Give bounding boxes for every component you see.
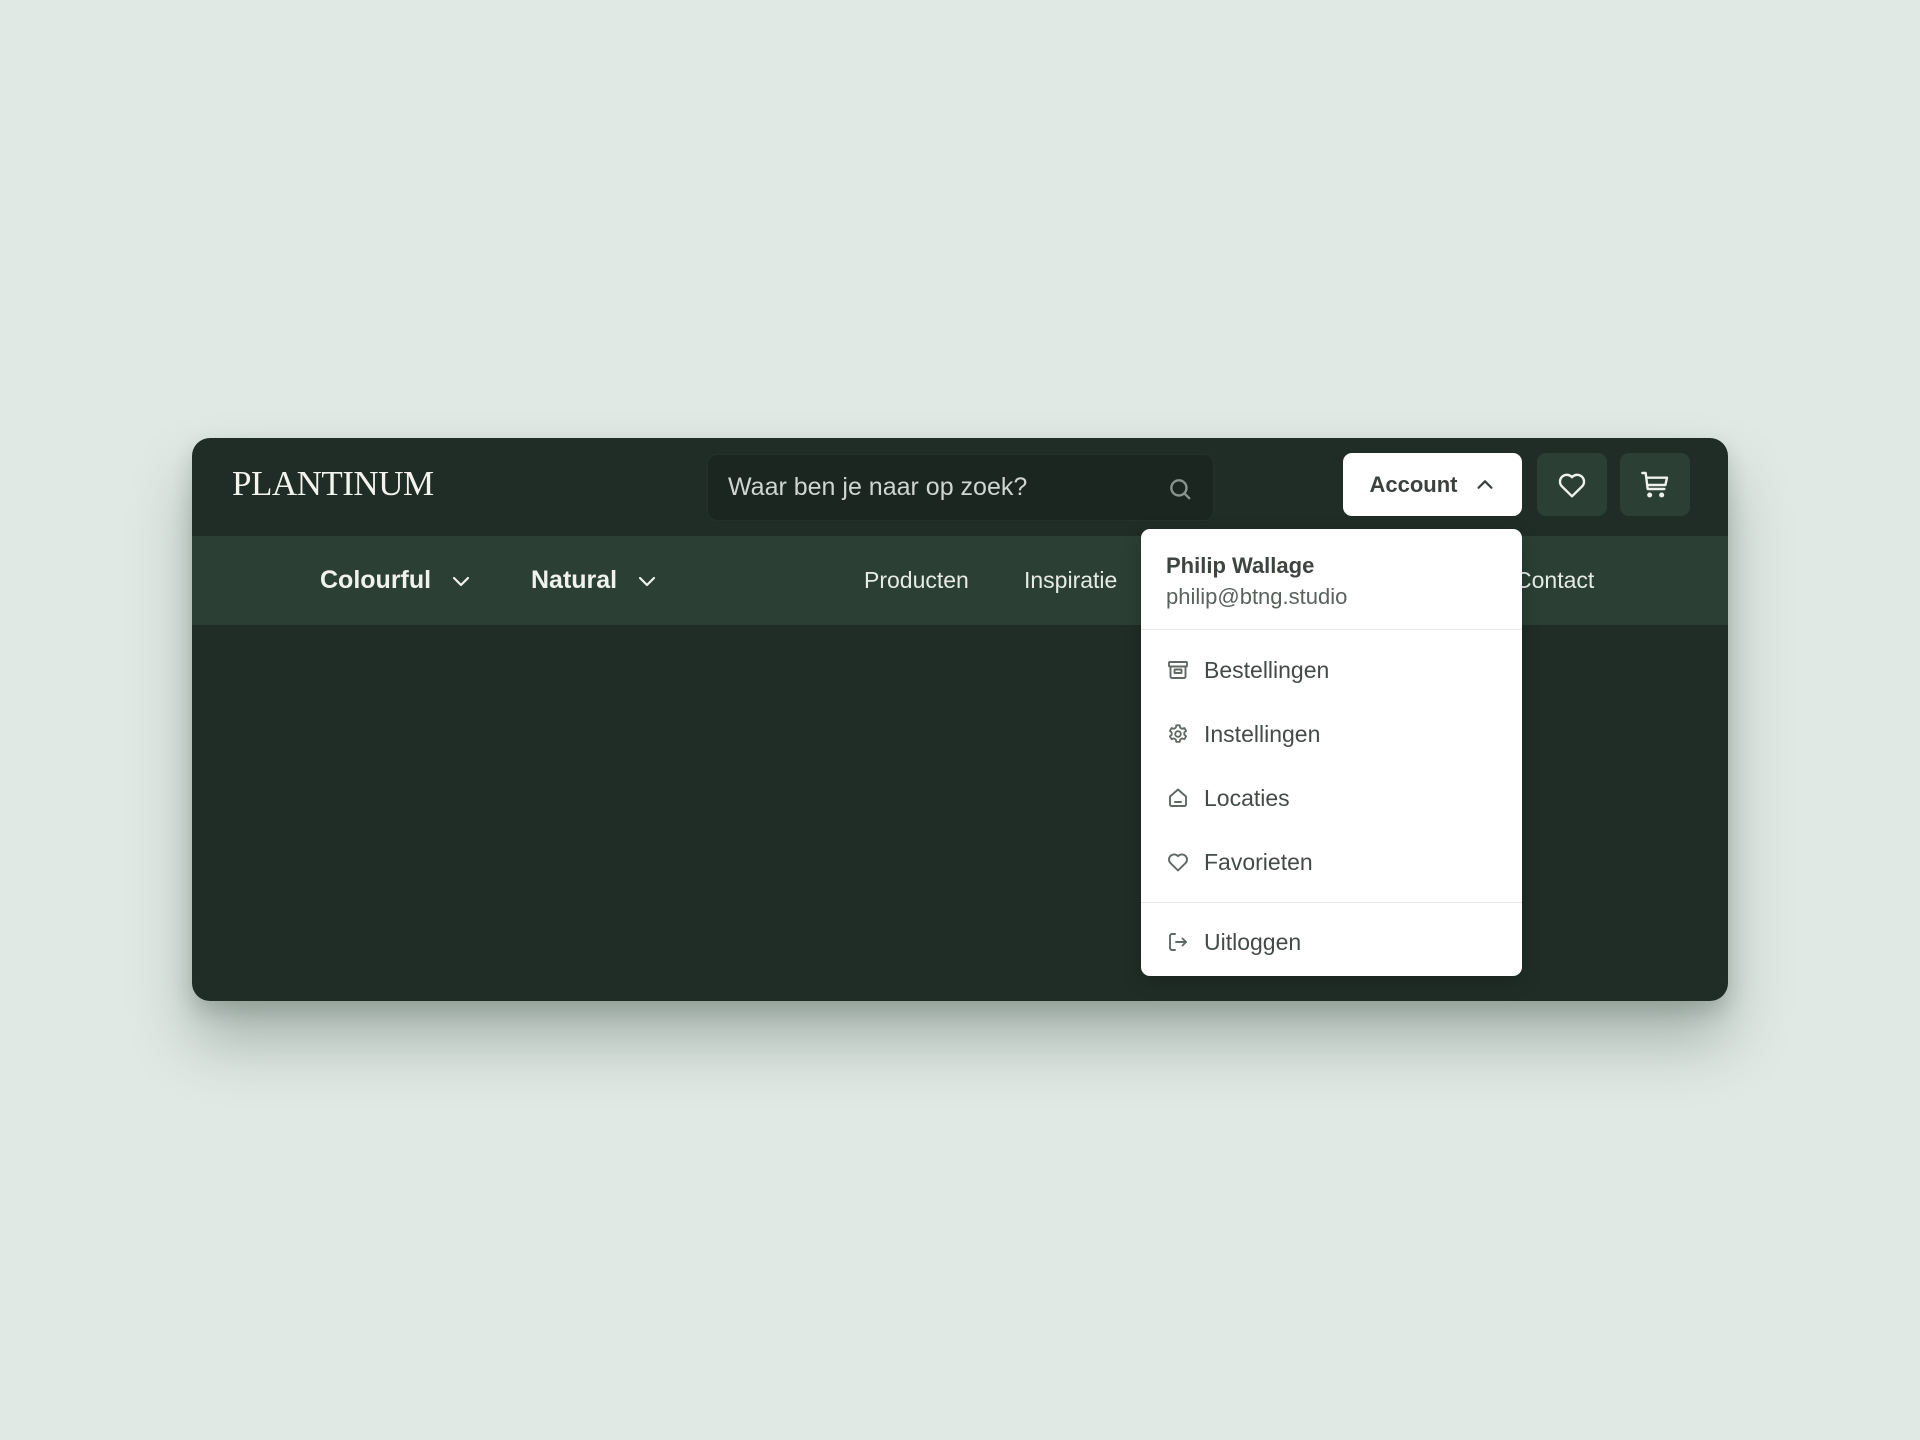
menu-item-label: Bestellingen [1204, 656, 1330, 683]
cart-button[interactable] [1620, 453, 1690, 516]
nav-link-contact[interactable]: Contact [1515, 536, 1594, 625]
menu-item-favorieten[interactable]: Favorieten [1141, 830, 1522, 894]
logout-section: Uitloggen [1141, 903, 1522, 981]
user-name: Philip Wallage [1166, 553, 1315, 578]
menu-item-label: Uitloggen [1204, 928, 1302, 955]
menu-item-label: Locaties [1204, 784, 1290, 811]
search-input[interactable] [708, 455, 1213, 520]
search-box[interactable] [707, 454, 1214, 521]
account-button-label: Account [1369, 471, 1458, 497]
logout-icon [1169, 933, 1187, 951]
nav-link-producten[interactable]: Producten [864, 536, 969, 625]
user-info: Philip Wallage philip@btng.studio [1141, 529, 1522, 629]
brand-logo[interactable]: PLANTINUM [232, 464, 434, 504]
menu-item-locaties[interactable]: Locaties [1141, 766, 1522, 830]
heart-icon [1168, 853, 1188, 872]
account-button[interactable]: Account [1343, 453, 1522, 516]
header-bar: PLANTINUM Account [192, 438, 1728, 536]
nav-link-inspiratie[interactable]: Inspiratie [1024, 536, 1117, 625]
cart-icon [1641, 471, 1669, 498]
menu-item-bestellingen[interactable]: Bestellingen [1141, 638, 1522, 702]
menu-item-uitloggen[interactable]: Uitloggen [1141, 910, 1522, 974]
archive-icon [1168, 661, 1188, 679]
heart-icon [1558, 473, 1586, 498]
nav-link-label: Producten [864, 567, 969, 593]
menu-item-label: Favorieten [1204, 848, 1313, 875]
chevron-up-icon [1476, 479, 1493, 489]
search-icon[interactable] [1167, 476, 1193, 502]
menu-item-label: Instellingen [1204, 720, 1321, 747]
favorites-button[interactable] [1537, 453, 1607, 516]
nav-link-label: Inspiratie [1024, 567, 1118, 593]
home-icon [1169, 788, 1187, 807]
gear-icon [1169, 724, 1187, 743]
user-email: philip@btng.studio [1166, 584, 1348, 609]
nav-item-colourful[interactable]: Colourful [320, 536, 473, 625]
nav-item-label: Natural [531, 566, 618, 594]
navigation-card: PLANTINUM Account [192, 438, 1728, 1001]
chevron-down-icon [452, 576, 470, 586]
account-dropdown-menu: Philip Wallage philip@btng.studio Bestel… [1141, 529, 1522, 976]
account-menu-list: Bestellingen Instellingen Locaties Favor… [1141, 630, 1522, 902]
nav-link-label: Contact [1515, 567, 1595, 593]
nav-item-label: Colourful [320, 566, 432, 594]
menu-item-instellingen[interactable]: Instellingen [1141, 702, 1522, 766]
chevron-down-icon [639, 576, 656, 586]
nav-item-natural[interactable]: Natural [531, 536, 659, 625]
